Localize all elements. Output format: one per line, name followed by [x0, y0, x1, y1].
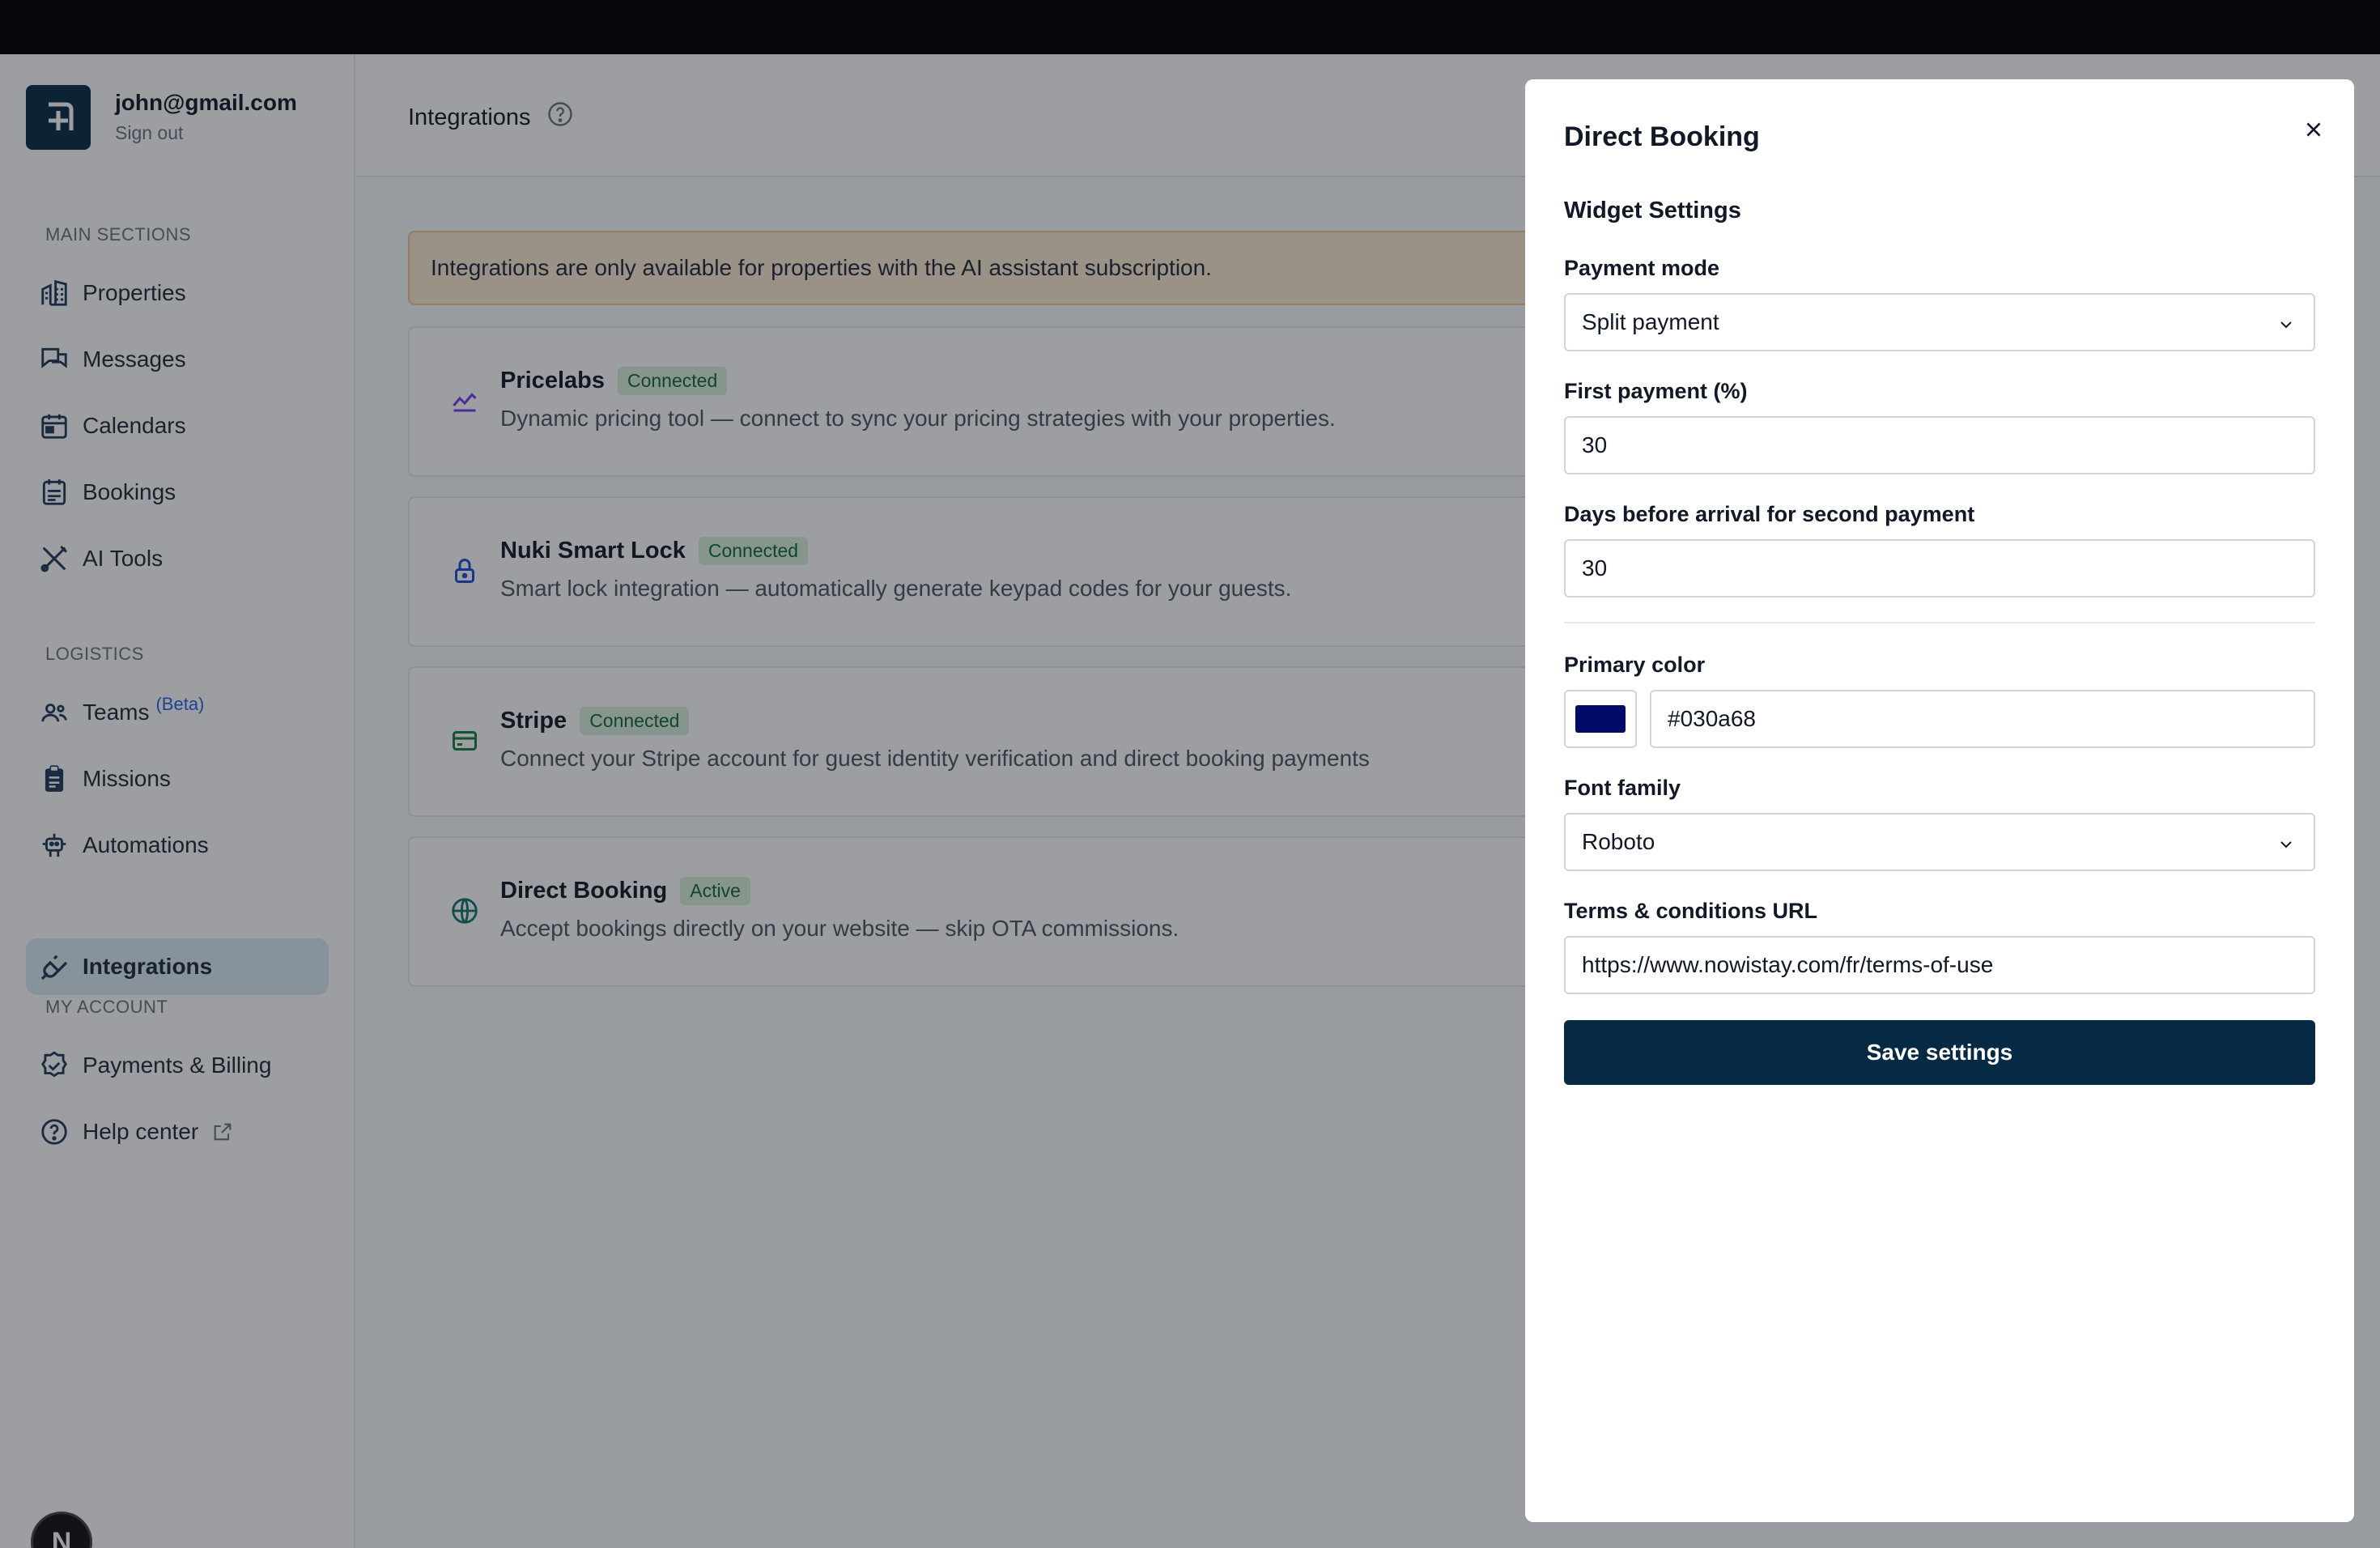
first-payment-value: 30 — [1582, 432, 1608, 457]
close-icon — [2306, 122, 2321, 137]
chevron-down-icon — [2276, 834, 2296, 860]
font-family-label: Font family — [1564, 776, 1681, 800]
color-picker[interactable] — [1564, 690, 1637, 748]
direct-booking-panel: Direct Booking Widget Settings Payment m… — [1525, 79, 2354, 1522]
payment-mode-value: Split payment — [1582, 309, 1719, 334]
payment-mode-label: Payment mode — [1564, 256, 1720, 280]
days-before-arrival-value: 30 — [1582, 555, 1608, 580]
first-payment-input[interactable]: 30 — [1564, 416, 2315, 474]
close-button[interactable] — [2296, 112, 2331, 147]
first-payment-label: First payment (%) — [1564, 379, 1748, 403]
payment-mode-select[interactable]: Split payment — [1564, 293, 2315, 351]
terms-url-value: https://www.nowistay.com/fr/terms-of-use — [1582, 952, 1994, 977]
widget-settings-heading: Widget Settings — [1564, 198, 1741, 223]
chevron-down-icon — [2276, 314, 2296, 340]
terms-url-label: Terms & conditions URL — [1564, 899, 1818, 923]
save-settings-button[interactable]: Save settings — [1564, 1020, 2315, 1085]
panel-title: Direct Booking — [1564, 121, 1760, 152]
font-family-value: Roboto — [1582, 829, 1655, 854]
days-before-arrival-label: Days before arrival for second payment — [1564, 502, 1975, 526]
days-before-arrival-input[interactable]: 30 — [1564, 539, 2315, 598]
terms-url-input[interactable]: https://www.nowistay.com/fr/terms-of-use — [1564, 936, 2315, 994]
primary-color-label: Primary color — [1564, 653, 1706, 677]
top-bar — [0, 0, 2380, 54]
color-swatch — [1575, 705, 1626, 733]
font-family-select[interactable]: Roboto — [1564, 813, 2315, 871]
primary-color-input[interactable]: #030a68 — [1650, 690, 2315, 748]
primary-color-value: #030a68 — [1668, 706, 1757, 731]
divider — [1564, 622, 2315, 623]
